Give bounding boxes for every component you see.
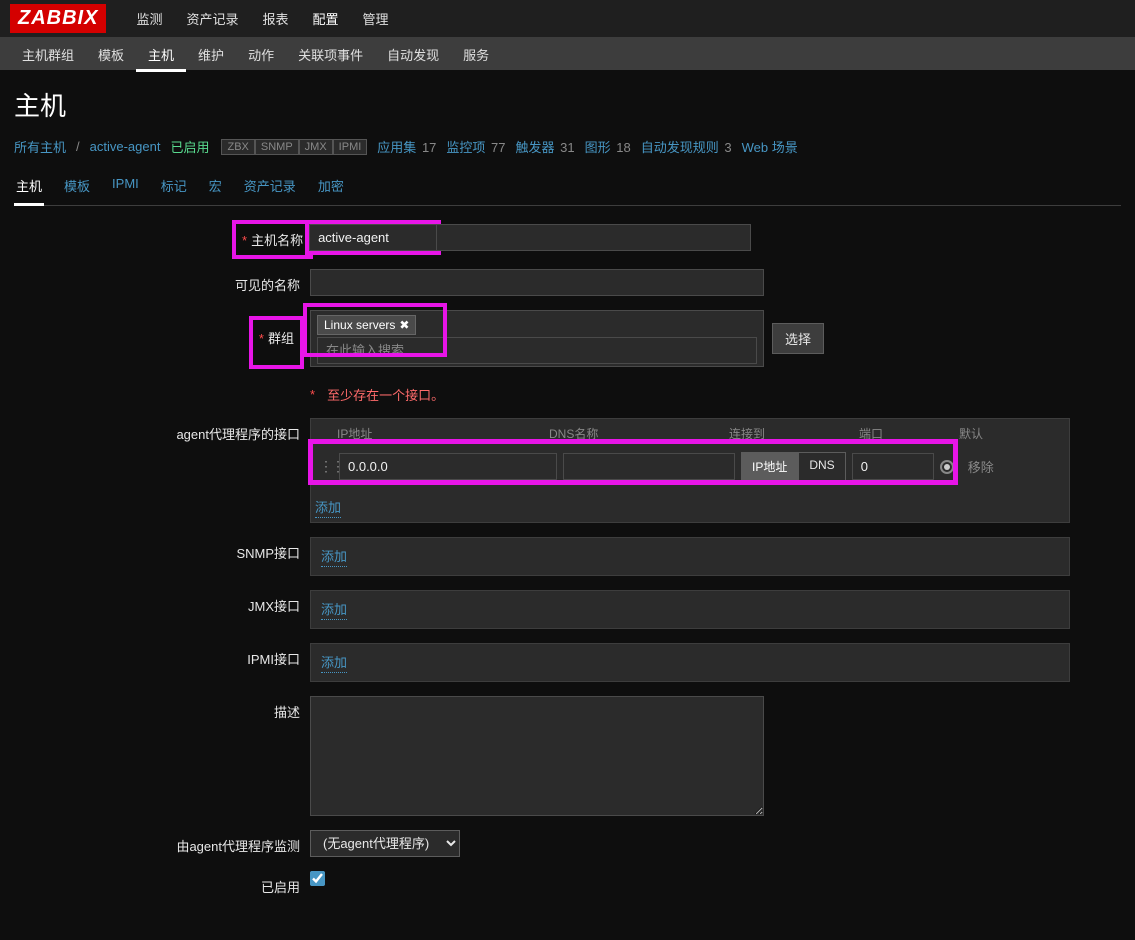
subnav-correlation[interactable]: 关联项事件	[286, 37, 375, 72]
logo[interactable]: ZABBIX	[10, 4, 106, 33]
ipmi-interface-box: 添加	[310, 643, 1070, 682]
connect-to-toggle: IP地址 DNS	[741, 452, 846, 481]
subnav-services[interactable]: 服务	[451, 37, 501, 72]
topnav-inventory[interactable]: 资产记录	[174, 0, 250, 38]
label-description: 描述	[14, 696, 310, 721]
tab-templates[interactable]: 模板	[62, 170, 92, 205]
group-search-input[interactable]	[317, 337, 757, 364]
select-group-button[interactable]: 选择	[772, 323, 824, 354]
topnav-reports[interactable]: 报表	[250, 0, 300, 38]
label-enabled: 已启用	[14, 871, 310, 896]
add-snmp-interface-link[interactable]: 添加	[321, 546, 347, 567]
link-web-scenarios[interactable]: Web 场景	[742, 140, 798, 155]
page-title: 主机	[14, 86, 1121, 123]
topnav-monitoring[interactable]: 监测	[124, 0, 174, 38]
description-textarea[interactable]	[310, 696, 764, 816]
col-port: 端口	[859, 425, 949, 442]
topnav-administration[interactable]: 管理	[351, 0, 401, 38]
dns-name-input[interactable]	[563, 453, 735, 480]
subnav-templates[interactable]: 模板	[86, 37, 136, 72]
add-agent-interface-link[interactable]: 添加	[315, 497, 341, 518]
status-enabled: 已启用	[170, 137, 209, 156]
tab-inventory[interactable]: 资产记录	[242, 170, 298, 205]
subnav-actions[interactable]: 动作	[236, 37, 286, 72]
label-hostname: *主机名称	[236, 224, 309, 255]
group-tag-linux-servers[interactable]: Linux servers✖	[317, 315, 416, 335]
subnav-discovery[interactable]: 自动发现	[375, 37, 451, 72]
hostname-input[interactable]	[309, 224, 437, 251]
tab-macros[interactable]: 宏	[207, 170, 224, 205]
label-groups: *群组	[14, 310, 310, 365]
agent-interface-row: ⋮⋮ IP地址 DNS 移除	[311, 448, 1069, 491]
link-triggers[interactable]: 触发器	[516, 140, 555, 155]
badge-snmp: SNMP	[255, 139, 299, 155]
col-ip: IP地址	[319, 425, 549, 442]
badge-jmx: JMX	[299, 139, 333, 155]
subnav-maintenance[interactable]: 维护	[186, 37, 236, 72]
remove-interface-link[interactable]: 移除	[968, 457, 994, 476]
groups-box[interactable]: Linux servers✖	[310, 310, 764, 367]
tab-encryption[interactable]: 加密	[316, 170, 346, 205]
count-items: 77	[491, 140, 505, 155]
label-snmp-interface: SNMP接口	[14, 537, 310, 562]
breadcrumb: 所有主机 / active-agent 已启用 ZBX SNMP JMX IPM…	[14, 137, 1121, 156]
crumb-host[interactable]: active-agent	[90, 139, 161, 154]
top-nav: ZABBIX 监测 资产记录 报表 配置 管理	[0, 0, 1135, 38]
count-triggers: 31	[560, 140, 574, 155]
default-interface-radio[interactable]	[940, 460, 954, 474]
add-ipmi-interface-link[interactable]: 添加	[321, 652, 347, 673]
link-graphs[interactable]: 图形	[585, 140, 611, 155]
badge-ipmi: IPMI	[333, 139, 368, 155]
subnav-hosts[interactable]: 主机	[136, 37, 186, 72]
sub-nav: 主机群组 模板 主机 维护 动作 关联项事件 自动发现 服务	[0, 38, 1135, 70]
tab-tags[interactable]: 标记	[159, 170, 189, 205]
connect-dns-button[interactable]: DNS	[798, 452, 845, 481]
topnav-configuration[interactable]: 配置	[301, 0, 351, 38]
badge-zbx: ZBX	[221, 139, 254, 155]
snmp-interface-box: 添加	[310, 537, 1070, 576]
hostname-input-ext[interactable]	[437, 224, 751, 251]
visible-name-input[interactable]	[310, 269, 764, 296]
tab-host[interactable]: 主机	[14, 170, 44, 206]
host-form: *主机名称 可见的名称 *群组 Linux servers✖	[14, 224, 1121, 930]
subnav-hostgroups[interactable]: 主机群组	[10, 37, 86, 72]
label-proxy: 由agent代理程序监测	[14, 830, 310, 855]
col-def: 默认	[949, 425, 1029, 442]
interface-error: *至少存在一个接口。	[310, 381, 1121, 404]
link-items[interactable]: 监控项	[446, 140, 485, 155]
proxy-select[interactable]: (无agent代理程序)	[310, 830, 460, 857]
connect-ip-button[interactable]: IP地址	[741, 452, 798, 481]
crumb-all-hosts[interactable]: 所有主机	[14, 137, 66, 156]
form-tabs: 主机 模板 IPMI 标记 宏 资产记录 加密	[14, 170, 1121, 206]
count-discovery-rules: 3	[724, 140, 731, 155]
label-ipmi-interface: IPMI接口	[14, 643, 310, 668]
jmx-interface-box: 添加	[310, 590, 1070, 629]
availability-badges: ZBX SNMP JMX IPMI	[221, 139, 367, 155]
tab-ipmi[interactable]: IPMI	[110, 170, 141, 205]
label-visible-name: 可见的名称	[14, 269, 310, 294]
crumb-sep: /	[76, 139, 80, 154]
count-graphs: 18	[616, 140, 630, 155]
count-applications: 17	[422, 140, 436, 155]
label-agent-interface: agent代理程序的接口	[14, 418, 310, 443]
drag-handle-icon[interactable]: ⋮⋮	[319, 458, 333, 475]
enabled-checkbox[interactable]	[310, 871, 325, 886]
link-discovery-rules[interactable]: 自动发现规则	[641, 140, 719, 155]
port-input[interactable]	[852, 453, 934, 480]
add-jmx-interface-link[interactable]: 添加	[321, 599, 347, 620]
ip-address-input[interactable]	[339, 453, 557, 480]
col-dns: DNS名称	[549, 425, 729, 442]
col-conn: 连接到	[729, 425, 859, 442]
link-applications[interactable]: 应用集	[377, 140, 416, 155]
agent-interface-table: IP地址 DNS名称 连接到 端口 默认 ⋮⋮ IP地址 DNS	[310, 418, 1070, 523]
label-jmx-interface: JMX接口	[14, 590, 310, 615]
remove-group-icon[interactable]: ✖	[399, 318, 409, 332]
